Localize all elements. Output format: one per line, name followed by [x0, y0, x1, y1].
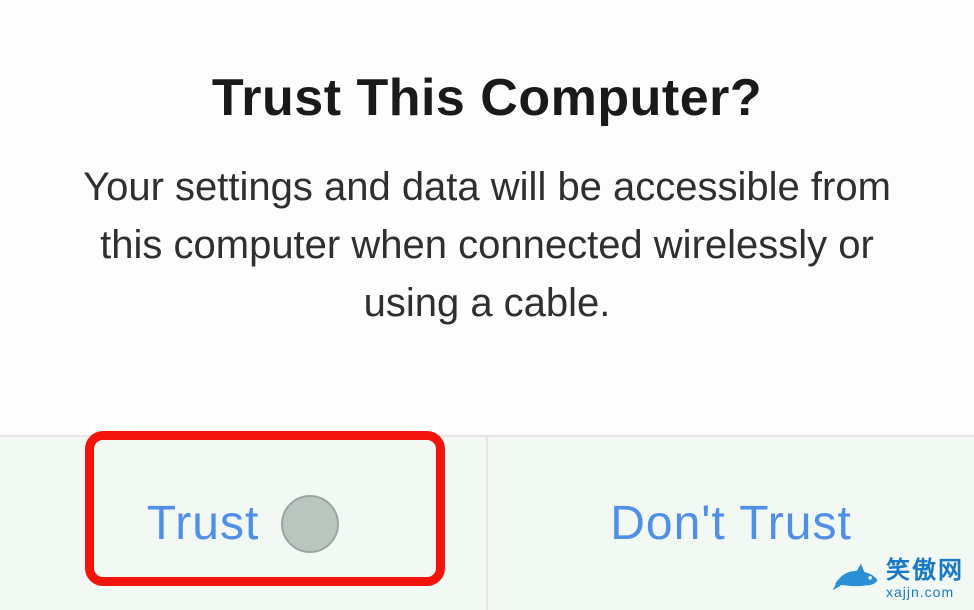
dialog-message: Your settings and data will be accessibl…: [47, 158, 927, 332]
trust-button[interactable]: Trust: [0, 437, 488, 610]
trust-computer-dialog: Trust This Computer? Your settings and d…: [0, 0, 974, 610]
dialog-title: Trust This Computer?: [212, 68, 762, 128]
dialog-actions: Trust Don't Trust: [0, 435, 974, 610]
dont-trust-button[interactable]: Don't Trust: [488, 437, 974, 610]
dialog-body: Trust This Computer? Your settings and d…: [0, 0, 974, 435]
tap-indicator-icon: [281, 495, 339, 553]
trust-button-label: Trust: [147, 496, 260, 551]
dont-trust-button-label: Don't Trust: [610, 496, 852, 551]
highlight-frame: [85, 431, 445, 586]
